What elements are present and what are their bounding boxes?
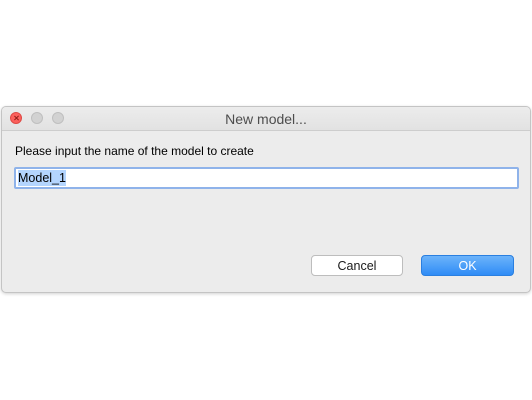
title-bar: New model... (2, 107, 530, 131)
ok-button[interactable]: OK (421, 255, 514, 276)
cancel-button[interactable]: Cancel (311, 255, 403, 276)
window-title: New model... (225, 111, 307, 127)
model-name-input[interactable]: Model_1 (14, 167, 519, 189)
new-model-dialog: New model... Please input the name of th… (1, 106, 531, 293)
input-value[interactable]: Model_1 (18, 170, 66, 186)
prompt-label: Please input the name of the model to cr… (15, 144, 254, 158)
